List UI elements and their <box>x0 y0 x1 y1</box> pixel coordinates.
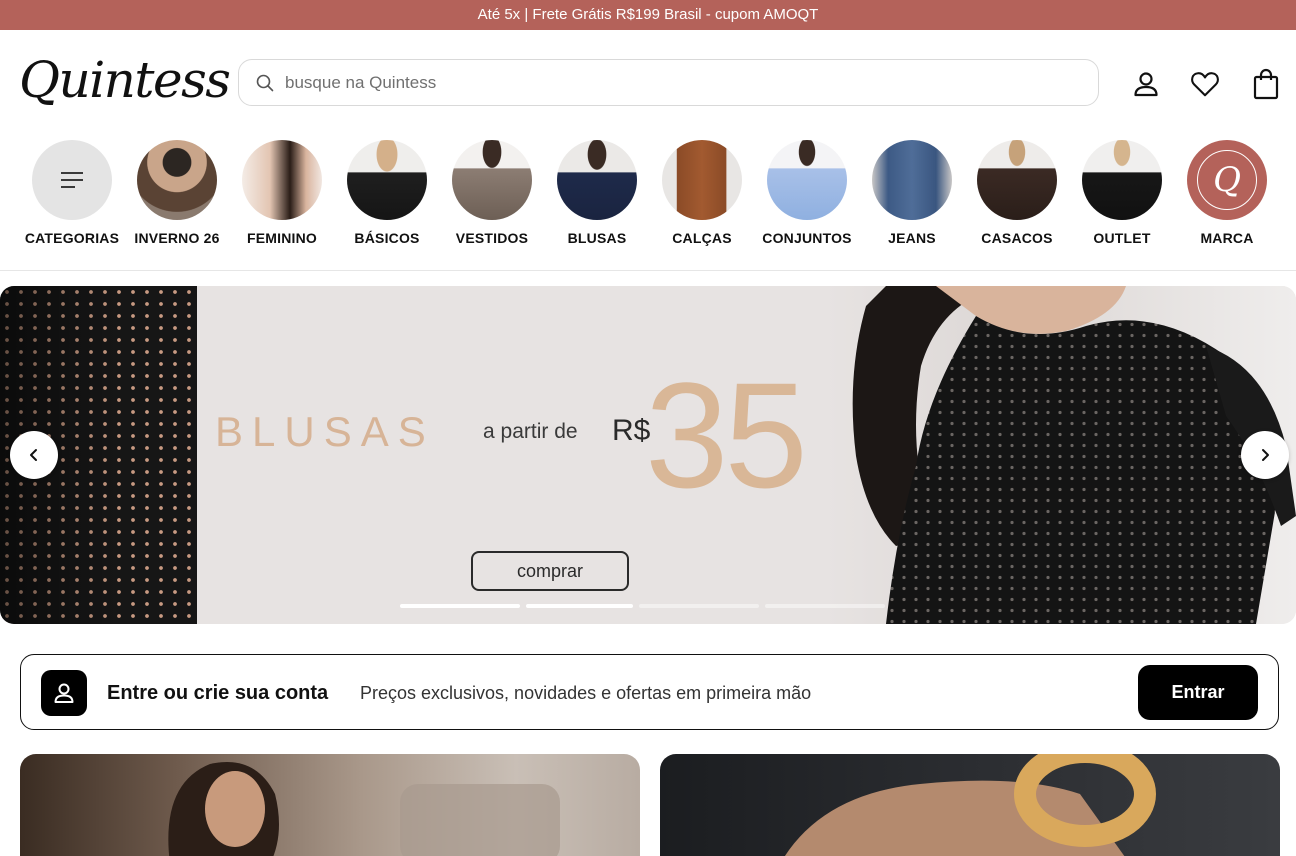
site-header: Quintess <box>0 30 1296 130</box>
category-thumb <box>557 140 637 220</box>
category-basicos[interactable]: BÁSICOS <box>332 138 442 246</box>
banner-title: BLUSAS <box>215 408 435 455</box>
category-outlet[interactable]: OUTLET <box>1067 138 1177 246</box>
category-calcas[interactable]: CALÇAS <box>647 138 757 246</box>
category-thumb <box>872 140 952 220</box>
category-label: CALÇAS <box>672 230 732 246</box>
category-thumb <box>137 140 217 220</box>
search-input[interactable] <box>285 72 1045 93</box>
login-prompt: Entre ou crie sua conta Preços exclusivo… <box>20 654 1279 730</box>
category-thumb <box>242 140 322 220</box>
announcement-bar: Até 5x | Frete Grátis R$199 Brasil - cup… <box>0 0 1296 30</box>
brand-q-mark: Q <box>1197 150 1257 210</box>
category-categorias[interactable]: CATEGORIAS <box>17 138 127 246</box>
chevron-left-icon <box>30 449 37 461</box>
brand-thumb: Q <box>1187 140 1267 220</box>
promo-photo-woman <box>168 762 560 856</box>
category-label: JEANS <box>888 230 936 246</box>
login-title: Entre ou crie sua conta <box>107 682 329 704</box>
categories-thumb <box>32 140 112 220</box>
category-label: BÁSICOS <box>354 230 420 246</box>
slide-dot[interactable] <box>526 604 633 608</box>
quintess-logo[interactable]: Quintess <box>19 50 231 110</box>
banner-slide-indicators <box>400 604 885 608</box>
category-jeans[interactable]: JEANS <box>857 138 967 246</box>
model-photo <box>826 286 1296 624</box>
banner-from-text: a partir de <box>483 420 578 443</box>
promo-card-woman[interactable] <box>20 754 640 856</box>
category-feminino[interactable]: FEMININO <box>227 138 337 246</box>
category-blusas[interactable]: BLUSAS <box>542 138 652 246</box>
category-label: BLUSAS <box>567 230 627 246</box>
chevron-right-icon <box>1262 449 1269 461</box>
user-icon <box>54 683 74 703</box>
category-thumb <box>347 140 427 220</box>
category-label: FEMININO <box>246 230 318 246</box>
model-illustration <box>852 286 1296 624</box>
category-label: CONJUNTOS <box>762 230 852 246</box>
category-carousel: CATEGORIAS INVERNO 26 FEMININO BÁSICOS V… <box>0 138 1296 258</box>
category-thumb <box>977 140 1057 220</box>
bag-icon[interactable] <box>1251 68 1281 100</box>
login-subtitle: Preços exclusivos, novidades e ofertas e… <box>360 683 812 703</box>
category-conjuntos[interactable]: CONJUNTOS <box>752 138 862 246</box>
category-label: OUTLET <box>1093 230 1151 246</box>
announcement-text: Até 5x | Frete Grátis R$199 Brasil - cup… <box>477 6 819 23</box>
banner-next-button[interactable] <box>1241 431 1289 479</box>
category-marca[interactable]: Q MARCA <box>1172 138 1282 246</box>
category-label: CATEGORIAS <box>24 230 120 246</box>
slide-dot[interactable] <box>765 604 885 608</box>
category-thumb <box>767 140 847 220</box>
header-divider <box>0 270 1296 271</box>
category-inverno-26[interactable]: INVERNO 26 <box>122 138 232 246</box>
promo-photo-bracelet <box>784 754 1156 856</box>
login-button[interactable]: Entrar <box>1138 665 1258 720</box>
category-label: MARCA <box>1200 230 1254 246</box>
search-icon[interactable] <box>255 73 275 93</box>
account-avatar <box>41 670 87 716</box>
category-label: VESTIDOS <box>455 230 529 246</box>
category-thumb <box>452 140 532 220</box>
category-label: CASACOS <box>981 230 1053 246</box>
menu-icon <box>61 172 83 188</box>
user-icon[interactable] <box>1131 68 1161 100</box>
slide-dot[interactable] <box>400 604 520 608</box>
promo-card-bracelet[interactable] <box>660 754 1280 856</box>
heart-icon[interactable] <box>1190 68 1220 100</box>
banner-prev-button[interactable] <box>10 431 58 479</box>
search-bar[interactable] <box>238 59 1099 106</box>
category-vestidos[interactable]: VESTIDOS <box>437 138 547 246</box>
category-thumb <box>662 140 742 220</box>
banner-buy-button[interactable]: comprar <box>471 551 629 591</box>
banner-price: 35 <box>645 351 808 519</box>
category-casacos[interactable]: CASACOS <box>962 138 1072 246</box>
category-label: INVERNO 26 <box>134 230 220 246</box>
category-thumb <box>1082 140 1162 220</box>
slide-dot[interactable] <box>639 604 759 608</box>
